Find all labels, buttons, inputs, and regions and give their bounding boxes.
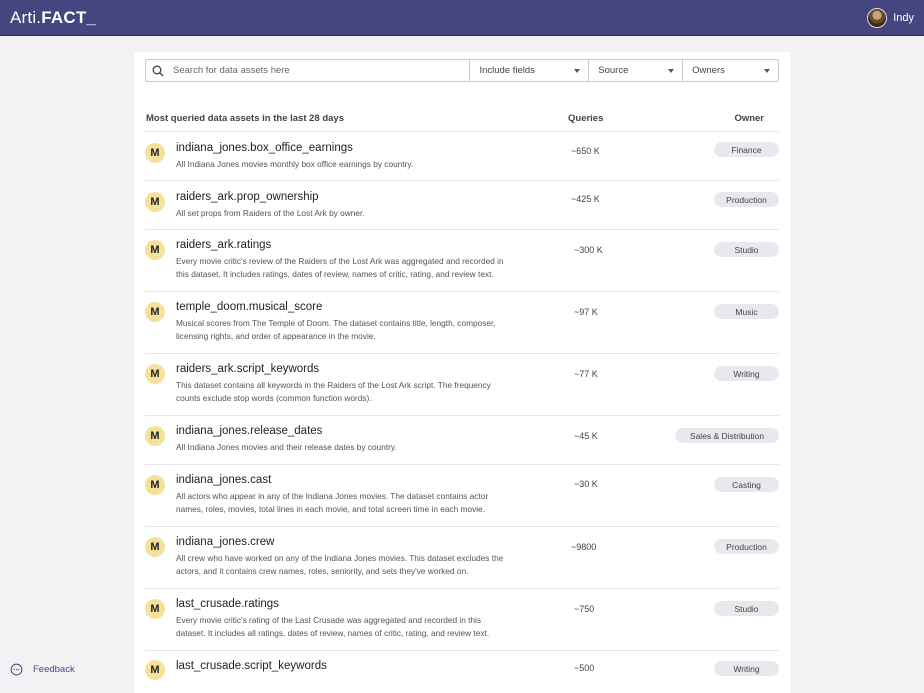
owner-tag[interactable]: Writing bbox=[714, 366, 779, 381]
table-row[interactable]: M raiders_ark.ratings Every movie critic… bbox=[145, 229, 779, 291]
feedback-label: Feedback bbox=[33, 664, 75, 675]
search-cell bbox=[146, 60, 471, 81]
query-count: ~45 K bbox=[574, 431, 598, 441]
user-menu[interactable]: Indy bbox=[867, 7, 914, 28]
owner-tag[interactable]: Studio bbox=[714, 601, 779, 616]
asset-type-badge: M bbox=[145, 537, 165, 557]
asset-type-badge: M bbox=[145, 143, 165, 163]
asset-type-badge: M bbox=[145, 364, 165, 384]
query-count: ~750 bbox=[574, 604, 595, 614]
asset-type-badge: M bbox=[145, 660, 165, 680]
owner-tag[interactable]: Music bbox=[714, 304, 779, 319]
query-count: ~425 K bbox=[571, 194, 600, 204]
owner-tag[interactable]: Writing bbox=[714, 661, 779, 676]
include-fields-dropdown[interactable]: Include fields bbox=[470, 60, 590, 81]
owner-tag[interactable]: Studio bbox=[714, 242, 779, 257]
queries-column-header[interactable]: Queries bbox=[568, 113, 603, 124]
owner-tag[interactable]: Finance bbox=[714, 142, 779, 157]
table-title: Most queried data assets in the last 28 … bbox=[146, 113, 344, 124]
asset-list: M indiana_jones.box_office_earnings All … bbox=[145, 131, 779, 690]
query-count: ~650 K bbox=[571, 146, 600, 156]
asset-type-badge: M bbox=[145, 302, 165, 322]
query-count: ~500 bbox=[574, 663, 595, 673]
search-bar: Include fields Source Owners bbox=[145, 59, 779, 82]
query-count: ~9800 bbox=[571, 542, 597, 552]
owner-tag[interactable]: Casting bbox=[714, 477, 779, 492]
owners-label: Owners bbox=[692, 65, 725, 76]
asset-name[interactable]: temple_doom.musical_score bbox=[176, 301, 322, 313]
asset-description: All Indiana Jones movies and their relea… bbox=[176, 442, 397, 452]
asset-description: All crew who have worked on any of the I… bbox=[176, 553, 504, 576]
owner-tag[interactable]: Production bbox=[714, 192, 779, 207]
asset-name[interactable]: indiana_jones.box_office_earnings bbox=[176, 142, 353, 154]
asset-type-badge: M bbox=[145, 192, 165, 212]
user-name: Indy bbox=[893, 11, 914, 24]
asset-type-badge: M bbox=[145, 599, 165, 619]
owner-tag[interactable]: Production bbox=[714, 539, 779, 554]
query-count: ~97 K bbox=[574, 307, 598, 317]
source-label: Source bbox=[598, 65, 629, 76]
logo-part-1: Arti. bbox=[10, 7, 42, 27]
asset-description: This dataset contains all keywords in th… bbox=[176, 380, 491, 403]
asset-type-badge: M bbox=[145, 240, 165, 260]
table-header: Most queried data assets in the last 28 … bbox=[146, 113, 779, 131]
owner-column-header[interactable]: Owner bbox=[734, 113, 764, 124]
main-panel: Include fields Source Owners Most querie… bbox=[134, 52, 790, 693]
chevron-down-icon bbox=[574, 68, 581, 73]
chevron-down-icon bbox=[668, 68, 675, 73]
asset-description: All set props from Raiders of the Lost A… bbox=[176, 208, 365, 218]
asset-type-badge: M bbox=[145, 426, 165, 446]
table-row[interactable]: M indiana_jones.crew All crew who have w… bbox=[145, 526, 779, 588]
table-row[interactable]: M last_crusade.ratings Every movie criti… bbox=[145, 588, 779, 650]
asset-name[interactable]: indiana_jones.crew bbox=[176, 536, 274, 548]
logo-part-2: FACT_ bbox=[41, 7, 97, 27]
asset-name[interactable]: raiders_ark.prop_ownership bbox=[176, 191, 319, 203]
query-count: ~300 K bbox=[574, 245, 603, 255]
asset-name[interactable]: indiana_jones.release_dates bbox=[176, 425, 322, 437]
asset-description: All actors who appear in any of the Indi… bbox=[176, 491, 489, 514]
table-row[interactable]: M last_crusade.script_keywords ~500 Writ… bbox=[145, 650, 779, 690]
asset-description: All Indiana Jones movies monthly box off… bbox=[176, 159, 414, 169]
asset-description: Every movie critic's review of the Raide… bbox=[176, 256, 504, 279]
app-logo[interactable]: Arti.FACT_ bbox=[10, 8, 96, 28]
asset-name[interactable]: indiana_jones.cast bbox=[176, 474, 271, 486]
query-count: ~30 K bbox=[574, 479, 598, 489]
asset-name[interactable]: last_crusade.script_keywords bbox=[176, 660, 327, 672]
table-row[interactable]: M raiders_ark.script_keywords This datas… bbox=[145, 353, 779, 415]
query-count: ~77 K bbox=[574, 369, 598, 379]
asset-name[interactable]: raiders_ark.ratings bbox=[176, 239, 271, 251]
chevron-down-icon bbox=[764, 68, 770, 73]
asset-name[interactable]: last_crusade.ratings bbox=[176, 598, 279, 610]
table-row[interactable]: M temple_doom.musical_score Musical scor… bbox=[145, 291, 779, 353]
include-fields-label: Include fields bbox=[479, 65, 535, 76]
owners-dropdown[interactable]: Owners bbox=[683, 60, 778, 81]
asset-description: Musical scores from The Temple of Doom. … bbox=[176, 318, 496, 341]
table-row[interactable]: M indiana_jones.release_dates All Indian… bbox=[145, 415, 779, 464]
asset-name[interactable]: raiders_ark.script_keywords bbox=[176, 363, 319, 375]
table-row[interactable]: M indiana_jones.cast All actors who appe… bbox=[145, 464, 779, 526]
owner-tag[interactable]: Sales & Distribution bbox=[675, 428, 779, 443]
table-row[interactable]: M indiana_jones.box_office_earnings All … bbox=[145, 131, 779, 180]
feedback-button[interactable]: Feedback bbox=[10, 663, 75, 676]
top-bar: Arti.FACT_ Indy bbox=[0, 0, 924, 36]
chat-bubble-icon bbox=[10, 663, 23, 676]
source-dropdown[interactable]: Source bbox=[589, 60, 684, 81]
asset-type-badge: M bbox=[145, 475, 165, 495]
avatar[interactable] bbox=[867, 7, 888, 28]
search-input[interactable] bbox=[173, 65, 463, 76]
asset-description: Every movie critic's rating of the Last … bbox=[176, 615, 490, 638]
table-row[interactable]: M raiders_ark.prop_ownership All set pro… bbox=[145, 180, 779, 229]
search-icon bbox=[152, 65, 164, 76]
